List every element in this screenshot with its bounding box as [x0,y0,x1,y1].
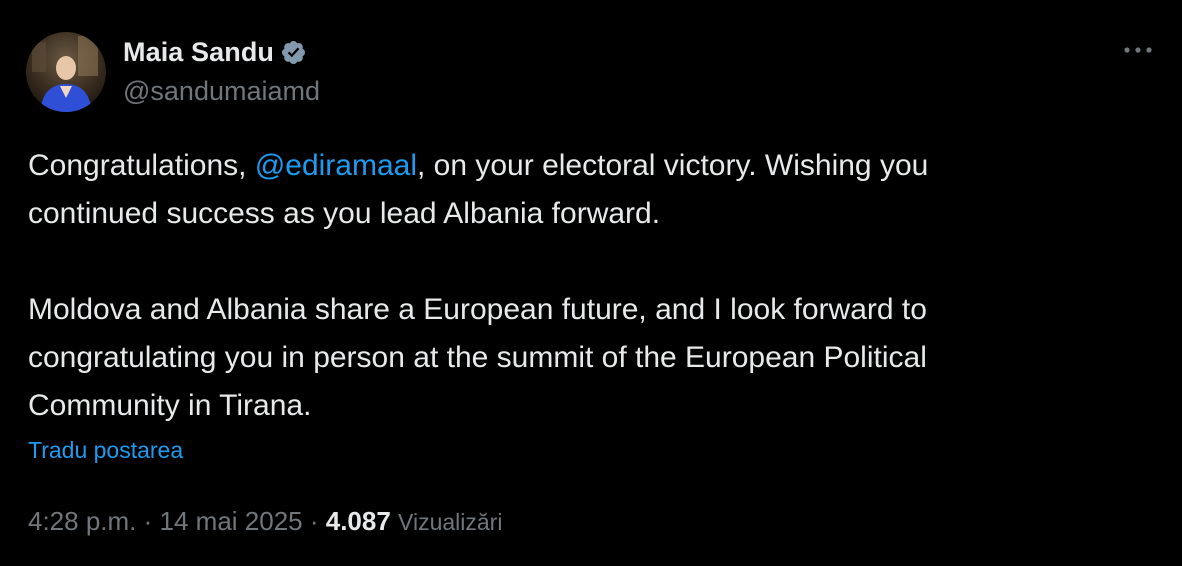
views-count[interactable]: 4.087 [326,506,391,537]
mention-link[interactable]: @ediramaal [255,149,417,182]
author-handle[interactable]: @sandumaiamd [123,76,320,107]
post-date[interactable]: 14 mai 2025 [160,506,303,537]
meta-separator: · [302,506,326,536]
tweet-card: Maia Sandu @sandumaiamd Congratulations,… [0,0,1182,566]
tweet-text: Congratulations, @ediramaal, on your ele… [28,142,1148,430]
meta-space [391,506,398,537]
translate-post-link[interactable]: Tradu postarea [28,437,183,464]
post-time[interactable]: 4:28 p.m. [28,506,136,537]
tweet-text-start: Congratulations, [28,149,255,182]
tweet-header: Maia Sandu @sandumaiamd [26,32,320,112]
more-options-icon[interactable] [1120,36,1156,64]
meta-separator: · [136,506,160,536]
views-label[interactable]: Vizualizări [398,509,502,536]
author-display-name[interactable]: Maia Sandu [123,37,274,68]
tweet-meta: 4:28 p.m. · 14 mai 2025 · 4.087 Vizualiz… [28,506,502,537]
avatar[interactable] [26,32,106,112]
profile-photo-image [26,32,106,112]
name-row: Maia Sandu [123,34,320,70]
author-identity: Maia Sandu @sandumaiamd [123,34,320,107]
verified-badge-icon[interactable] [280,39,307,66]
tweet-text-rest: , on your electoral victory. Wishing you… [28,149,929,422]
